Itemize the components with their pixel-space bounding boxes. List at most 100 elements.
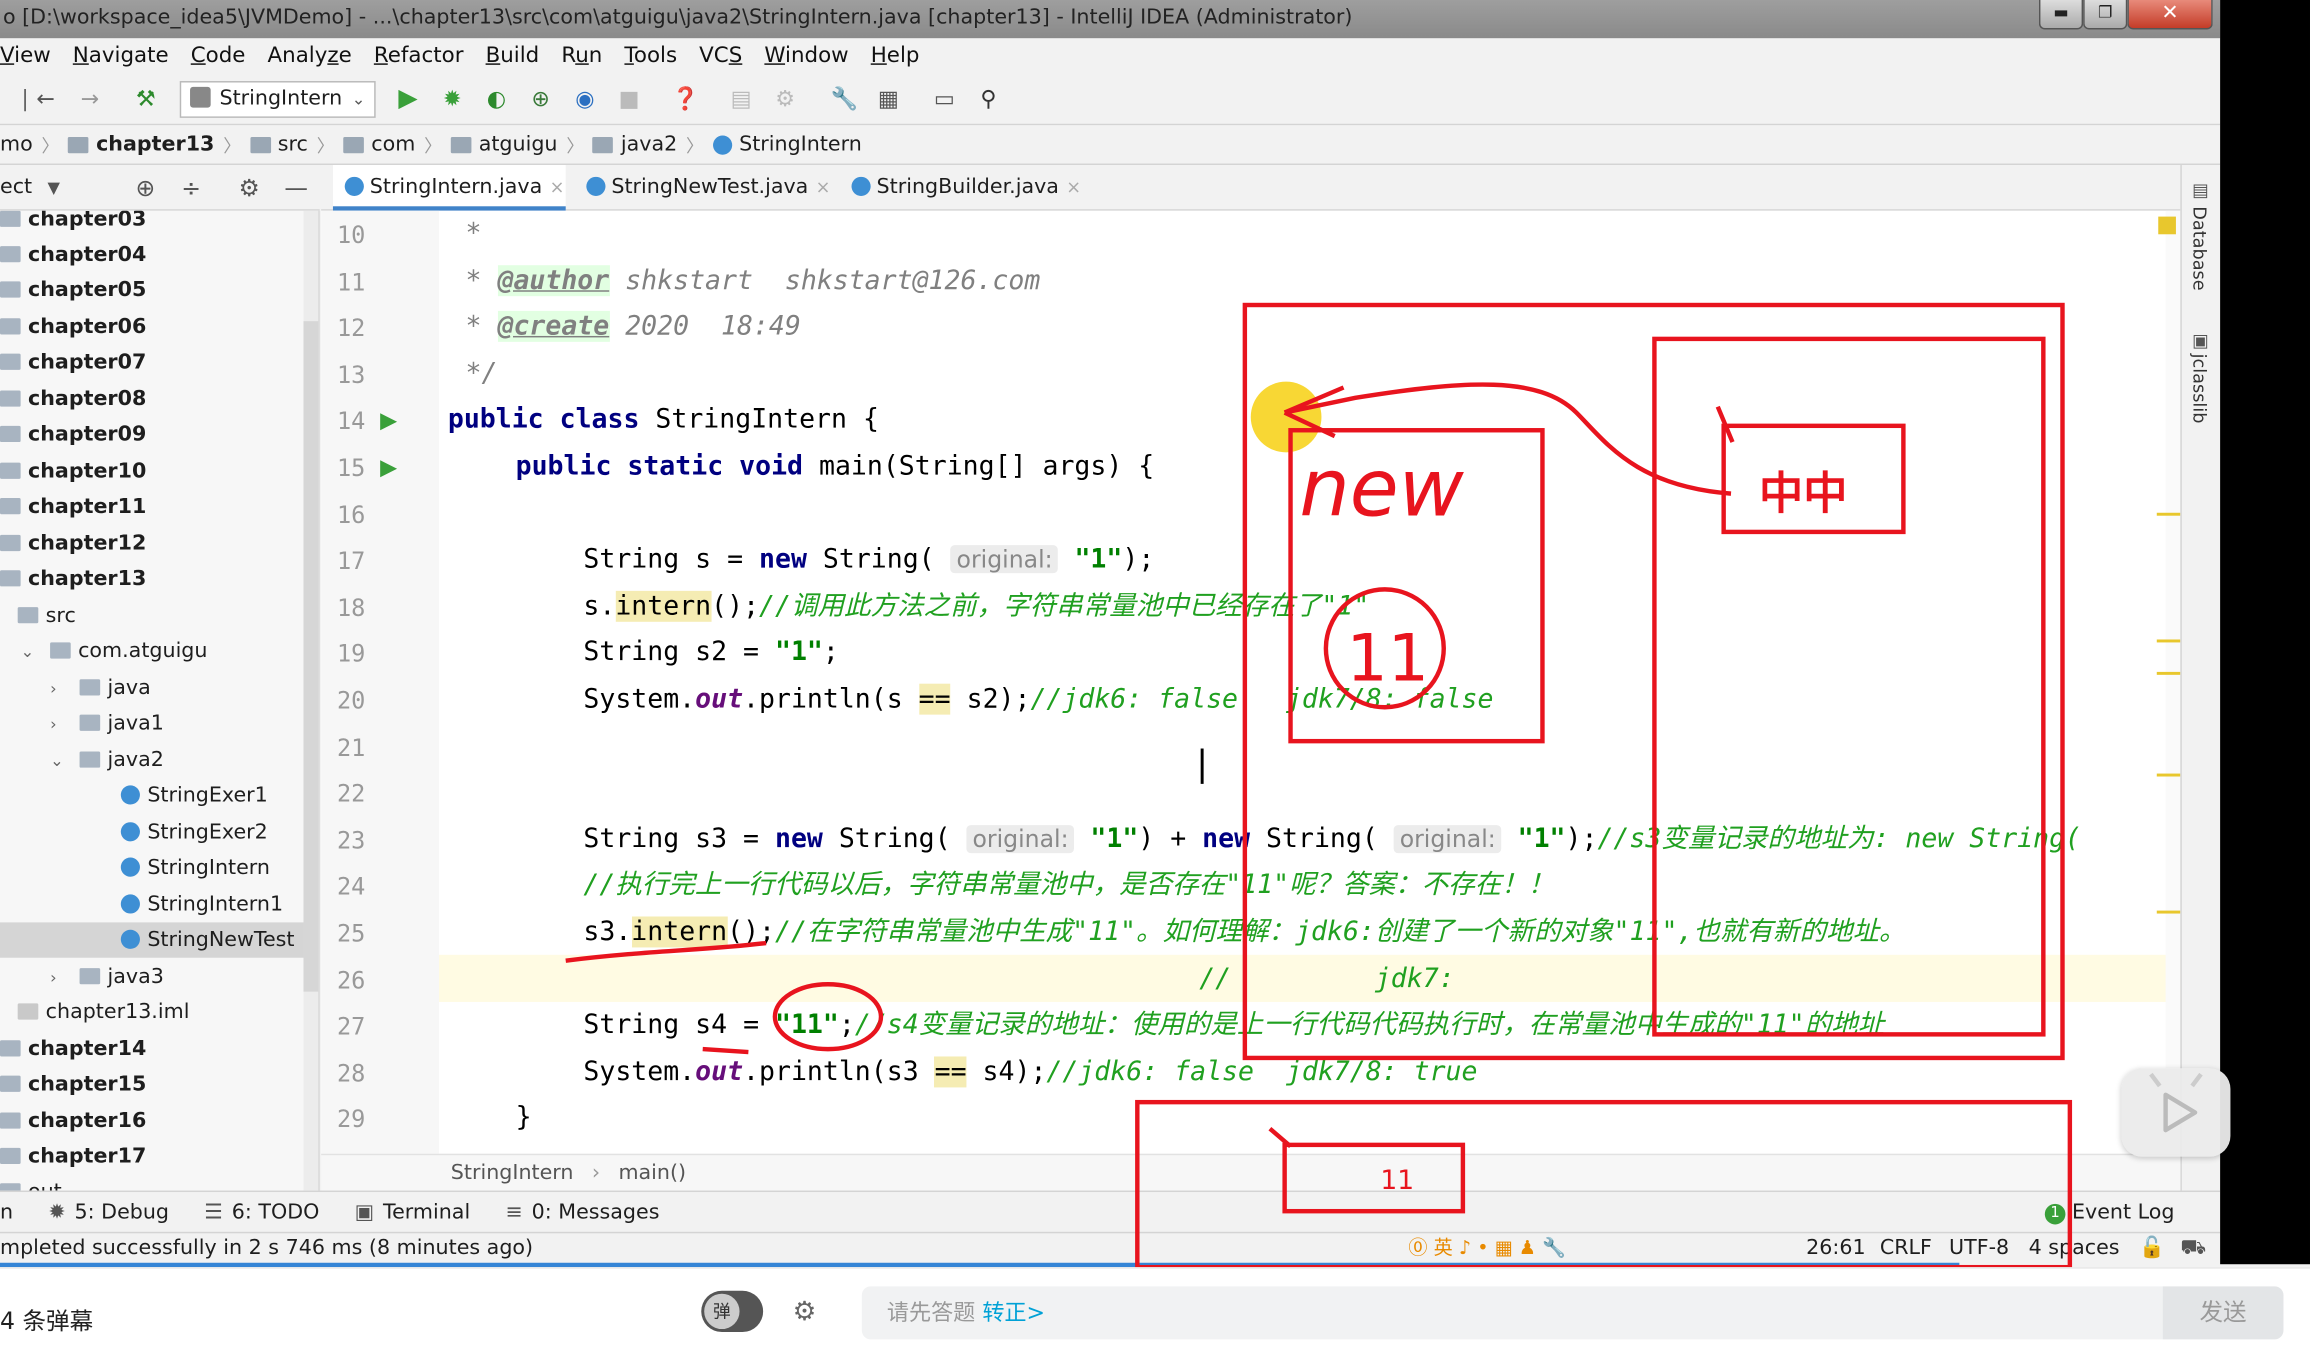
editor-scrollbar[interactable] xyxy=(2165,210,2181,1154)
jclasslib-icon[interactable]: ▣ xyxy=(2192,330,2209,351)
menu-analyze[interactable]: Analyze xyxy=(268,44,352,68)
error-stripe-mark[interactable] xyxy=(2156,639,2181,643)
error-stripe-mark[interactable] xyxy=(2156,773,2181,777)
tree-item[interactable]: chapter13 xyxy=(0,561,146,596)
lock-icon[interactable]: 🔓 xyxy=(2139,1233,2165,1264)
tree-item[interactable]: chapter08 xyxy=(0,382,146,417)
tab-stringnewtest-java[interactable]: StringNewTest.java × xyxy=(575,165,830,211)
tree-item[interactable]: chapter10 xyxy=(0,454,146,489)
hide-panel-icon[interactable]: — xyxy=(284,165,308,211)
play-button[interactable] xyxy=(2121,1068,2231,1157)
project-view-selector[interactable]: ect xyxy=(0,175,32,199)
tool-window-terminal[interactable]: ▣ Terminal xyxy=(355,1200,471,1224)
tree-item[interactable]: StringIntern1 xyxy=(0,887,283,922)
tree-item[interactable]: StringExer1 xyxy=(0,778,268,813)
tree-item[interactable]: chapter03 xyxy=(0,210,146,238)
menu-navigate[interactable]: Navigate xyxy=(73,44,169,68)
caret-position[interactable]: 26:61 xyxy=(1806,1233,1865,1264)
tab-stringintern-java[interactable]: StringIntern.java × xyxy=(332,165,566,211)
nav-crumb-mo[interactable]: mo 〉 xyxy=(0,132,68,157)
profile-icon[interactable]: ⊕ xyxy=(527,85,554,112)
search-icon[interactable]: ⚲ xyxy=(975,85,1002,112)
tool-window-n[interactable]: n xyxy=(0,1200,13,1224)
code-line[interactable]: String s4 = "11";//s4变量记录的地址：使用的是上一行代码代码… xyxy=(583,1008,1884,1043)
menu-tools[interactable]: Tools xyxy=(624,44,677,68)
menu-build[interactable]: Build xyxy=(486,44,540,68)
code-line[interactable]: String s = new String( original: "1"); xyxy=(583,543,1154,578)
chevron-right-icon[interactable]: › xyxy=(50,672,68,707)
error-stripe-mark[interactable] xyxy=(2156,512,2181,516)
close-icon[interactable]: × xyxy=(1066,177,1081,198)
tree-item[interactable]: chapter12 xyxy=(0,526,146,561)
sdk-manager-icon[interactable]: ▭ xyxy=(931,85,958,112)
back-arrow-icon[interactable]: ← xyxy=(32,85,59,112)
run-gutter-icon[interactable]: ▶ xyxy=(380,454,397,481)
project-structure-icon[interactable]: ▦ xyxy=(875,85,902,112)
breadcrumb-method[interactable]: main() xyxy=(618,1161,686,1185)
database-icon[interactable]: ▤ xyxy=(2192,180,2209,201)
code-line[interactable]: * @author shkstart shkstart@126.com xyxy=(466,263,1040,298)
database-tool-button[interactable]: Database xyxy=(2189,206,2210,290)
tree-item[interactable]: chapter09 xyxy=(0,417,146,452)
tool-window-5-debug[interactable]: ✹ 5: Debug xyxy=(48,1200,169,1224)
menu-help[interactable]: Help xyxy=(871,44,920,68)
run-gutter-icon[interactable]: ▶ xyxy=(380,407,397,434)
tab-stringbuilder-java[interactable]: StringBuilder.java × xyxy=(840,165,1081,211)
jclasslib-tool-button[interactable]: jclasslib xyxy=(2189,354,2210,424)
code-line[interactable]: } xyxy=(516,1101,532,1136)
nav-crumb-chapter13[interactable]: chapter13 〉 xyxy=(68,132,250,157)
vcs-commit-icon[interactable]: ⚙ xyxy=(772,85,799,112)
nav-crumb-atguigu[interactable]: atguigu 〉 xyxy=(450,132,593,157)
tree-item[interactable]: chapter06 xyxy=(0,309,146,344)
close-button[interactable]: ✕ xyxy=(2127,0,2213,30)
attach-icon[interactable]: ◉ xyxy=(572,85,599,112)
tree-item[interactable]: › java1 xyxy=(0,706,164,741)
tree-item[interactable]: ⌄ java2 xyxy=(0,743,164,778)
chevron-right-icon[interactable]: › xyxy=(50,961,68,996)
locate-icon[interactable]: ⊕ xyxy=(136,165,156,211)
build-hammer-icon[interactable]: ⚒ xyxy=(133,85,160,112)
error-stripe-mark[interactable] xyxy=(2156,910,2181,914)
close-icon[interactable]: × xyxy=(550,177,565,198)
file-encoding[interactable]: UTF-8 xyxy=(1949,1233,2009,1264)
menu-code[interactable]: Code xyxy=(191,44,246,68)
tree-item[interactable]: chapter14 xyxy=(0,1031,146,1066)
tree-item[interactable]: chapter07 xyxy=(0,345,146,380)
chevron-right-icon[interactable]: › xyxy=(50,707,68,742)
help-icon[interactable]: ❓ xyxy=(672,85,700,112)
gear-icon[interactable]: ⚙ xyxy=(239,165,260,211)
tree-item[interactable]: chapter04 xyxy=(0,237,146,272)
chevron-down-icon[interactable]: ▼ xyxy=(48,178,60,197)
run-icon[interactable]: ▶ xyxy=(395,85,422,112)
code-line[interactable]: * xyxy=(466,217,482,252)
code-line[interactable]: */ xyxy=(466,356,498,391)
inspector-icon[interactable]: ⛟ xyxy=(2180,1233,2206,1264)
tree-item[interactable]: chapter17 xyxy=(0,1139,146,1174)
event-log-button[interactable]: 1 Event Log xyxy=(2044,1201,2174,1225)
code-line[interactable]: System.out.println(s == s2);//jdk6: fals… xyxy=(583,682,1493,717)
nav-crumb-java2[interactable]: java2 〉 xyxy=(592,132,713,157)
coverage-icon[interactable]: ◐ xyxy=(483,85,510,112)
forward-arrow-icon[interactable]: → xyxy=(77,85,104,112)
collapse-icon[interactable]: ÷ xyxy=(181,165,201,211)
warning-marker-icon[interactable] xyxy=(2158,216,2176,235)
tree-item[interactable]: chapter16 xyxy=(0,1104,146,1139)
tree-item[interactable]: ⌄ com.atguigu xyxy=(0,634,208,670)
nav-crumb-src[interactable]: src 〉 xyxy=(249,132,344,157)
tree-item[interactable]: › java xyxy=(0,670,151,705)
settings-wrench-icon[interactable]: 🔧 xyxy=(831,85,859,112)
code-line[interactable]: public class StringIntern { xyxy=(448,403,879,438)
close-icon[interactable]: × xyxy=(816,177,831,198)
menu-view[interactable]: View xyxy=(0,44,51,68)
nav-crumb-com[interactable]: com 〉 xyxy=(343,132,450,157)
code-line[interactable]: String s3 = new String( original: "1") +… xyxy=(583,822,2081,857)
code-line[interactable]: s.intern();//调用此方法之前，字符串常量池中已经存在了"1" xyxy=(583,589,1369,624)
run-configuration-select[interactable]: StringIntern ⌄ xyxy=(179,81,376,118)
become-member-link[interactable]: 转正> xyxy=(982,1300,1045,1327)
tree-item[interactable]: chapter15 xyxy=(0,1067,146,1102)
tree-item[interactable]: chapter05 xyxy=(0,273,146,308)
chevron-down-icon[interactable]: ⌄ xyxy=(21,635,39,670)
code-line[interactable]: System.out.println(s3 == s4);//jdk6: fal… xyxy=(583,1055,1477,1090)
menu-window[interactable]: Window xyxy=(764,44,848,68)
danmu-settings-icon[interactable]: ⚙ xyxy=(793,1295,837,1330)
